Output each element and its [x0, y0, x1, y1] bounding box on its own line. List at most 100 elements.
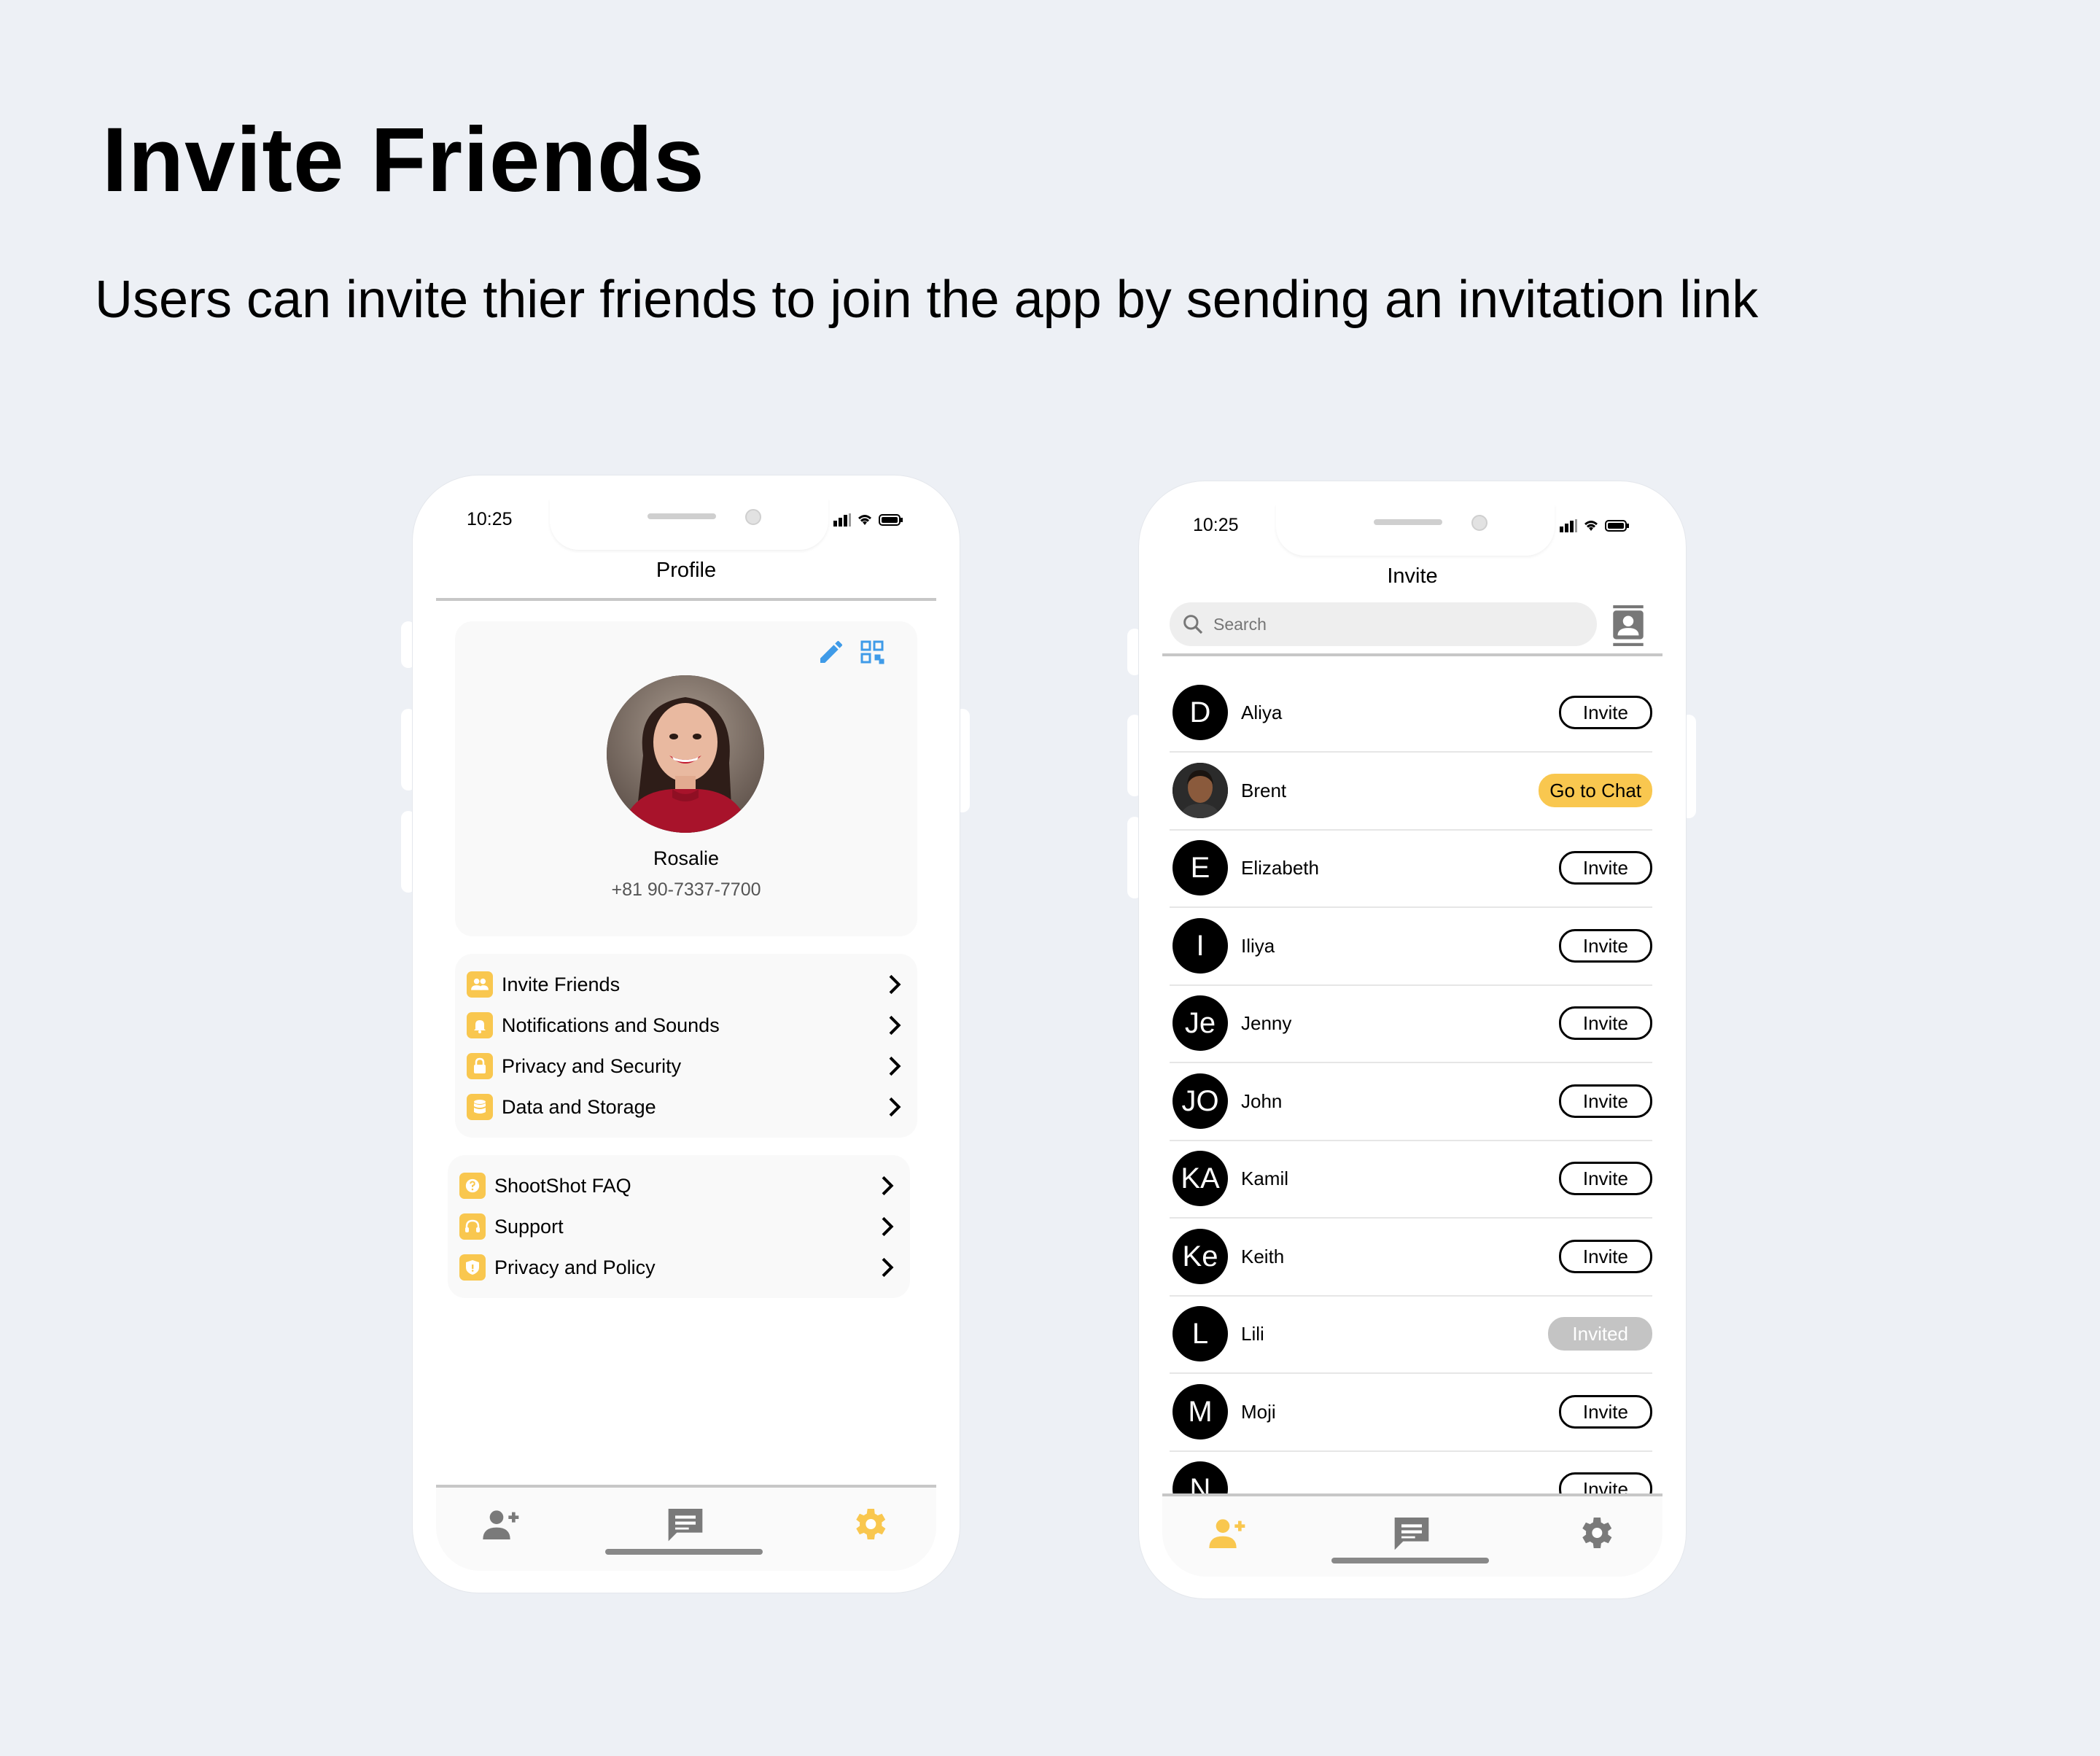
chevron-right-icon — [882, 1257, 894, 1278]
profile-phone: +81 90-7337-7700 — [611, 879, 761, 900]
invite-button[interactable]: Invite — [1558, 1395, 1652, 1429]
profile-screen: 10:25 Profile Rosalie +81 90-7337-7700 I… — [436, 499, 936, 1571]
add-friend-icon — [483, 1510, 519, 1539]
headset-icon — [459, 1213, 486, 1240]
status-time: 10:25 — [1193, 515, 1239, 535]
menu-item-data-storage[interactable]: Data and Storage — [455, 1087, 917, 1127]
invite-button[interactable]: Invite — [1558, 1084, 1652, 1118]
contacts-book-icon[interactable] — [1610, 605, 1646, 651]
menu-item-faq[interactable]: ShootShot FAQ — [448, 1165, 910, 1206]
tab-bar — [1162, 1493, 1662, 1577]
search-input[interactable] — [1212, 613, 1506, 635]
home-indicator — [1331, 1558, 1489, 1563]
tab-add-friend[interactable] — [481, 1504, 522, 1545]
contact-name: John — [1241, 1089, 1283, 1112]
menu-label: Privacy and Policy — [494, 1256, 656, 1278]
invite-button[interactable]: Invite — [1558, 696, 1652, 729]
chat-icon — [668, 1509, 703, 1542]
avatar[interactable]: KA — [1172, 1151, 1228, 1206]
qr-code-icon[interactable] — [858, 637, 887, 670]
contact-name: Kamil — [1241, 1167, 1289, 1189]
page-heading: Invite Friends — [102, 109, 705, 211]
menu-label: Notifications and Sounds — [502, 1014, 720, 1036]
tab-settings[interactable] — [849, 1504, 890, 1545]
home-indicator — [605, 1549, 763, 1555]
menu-item-support[interactable]: Support — [448, 1206, 910, 1247]
menu-item-notifications[interactable]: Notifications and Sounds — [455, 1005, 917, 1046]
contact-row[interactable]: Ke Keith Invite — [1170, 1218, 1652, 1297]
contact-row[interactable]: E Elizabeth Invite — [1170, 829, 1652, 908]
speaker — [1374, 519, 1442, 525]
tab-settings[interactable] — [1575, 1512, 1616, 1553]
invite-button[interactable]: Invite — [1558, 1162, 1652, 1195]
tab-add-friend[interactable] — [1208, 1512, 1248, 1553]
avatar[interactable]: M — [1172, 1384, 1228, 1440]
add-friend-icon — [1209, 1519, 1245, 1548]
contact-row[interactable]: JO John Invite — [1170, 1062, 1652, 1141]
profile-card: Rosalie +81 90-7337-7700 — [455, 621, 917, 936]
help-menu: ShootShot FAQ Support Privacy and Policy — [448, 1155, 910, 1298]
avatar[interactable]: D — [1172, 685, 1228, 740]
menu-label: Privacy and Security — [502, 1054, 682, 1077]
chevron-right-icon — [889, 974, 901, 995]
invite-button[interactable]: Invite — [1558, 1240, 1652, 1273]
wifi-icon — [1583, 519, 1599, 536]
chat-icon — [1394, 1518, 1429, 1550]
menu-label: Data and Storage — [502, 1095, 656, 1118]
tab-bar — [436, 1485, 936, 1571]
contact-row[interactable]: Je Jenny Invite — [1170, 984, 1652, 1063]
screen-title: Invite — [1387, 564, 1438, 588]
question-icon — [459, 1173, 486, 1199]
avatar[interactable]: Je — [1172, 995, 1228, 1051]
contact-name: Aliya — [1241, 701, 1283, 723]
avatar[interactable] — [607, 675, 764, 833]
avatar[interactable]: Ke — [1172, 1229, 1228, 1284]
signal-icon — [833, 513, 851, 530]
header-divider — [436, 598, 936, 601]
invited-badge: Invited — [1548, 1317, 1652, 1351]
contact-name: Brent — [1241, 779, 1287, 801]
contact-row[interactable]: D Aliya Invite — [1170, 674, 1652, 753]
go-to-chat-button[interactable]: Go to Chat — [1539, 774, 1652, 807]
status-time: 10:25 — [467, 509, 513, 529]
chevron-right-icon — [882, 1176, 894, 1196]
chevron-right-icon — [889, 1056, 901, 1076]
tab-chats[interactable] — [665, 1504, 706, 1545]
profile-name: Rosalie — [653, 847, 720, 869]
invite-button[interactable]: Invite — [1558, 851, 1652, 885]
speaker — [648, 513, 716, 519]
menu-item-privacy-policy[interactable]: Privacy and Policy — [448, 1247, 910, 1288]
menu-item-privacy-security[interactable]: Privacy and Security — [455, 1046, 917, 1087]
tab-chats[interactable] — [1391, 1512, 1432, 1553]
contact-row[interactable]: KA Kamil Invite — [1170, 1140, 1652, 1219]
menu-label: ShootShot FAQ — [494, 1174, 631, 1197]
page-subheading: Users can invite thier friends to join t… — [95, 271, 1759, 329]
camera — [1471, 515, 1488, 531]
bell-icon — [467, 1012, 493, 1038]
contact-row[interactable]: M Moji Invite — [1170, 1373, 1652, 1452]
contact-name: Elizabeth — [1241, 856, 1319, 879]
chevron-right-icon — [889, 1015, 901, 1036]
invite-button[interactable]: Invite — [1558, 929, 1652, 963]
edit-icon[interactable] — [817, 637, 846, 670]
chevron-right-icon — [889, 1097, 901, 1117]
gear-icon — [1582, 1518, 1612, 1548]
chevron-right-icon — [882, 1216, 894, 1237]
avatar[interactable]: I — [1172, 918, 1228, 974]
avatar[interactable] — [1172, 763, 1228, 818]
search-bar[interactable] — [1170, 602, 1597, 646]
header-divider — [1162, 653, 1662, 656]
avatar[interactable]: E — [1172, 840, 1228, 896]
contact-name: Iliya — [1241, 934, 1275, 957]
menu-item-invite-friends[interactable]: Invite Friends — [455, 964, 917, 1005]
notch — [1276, 505, 1555, 556]
phone-frame-invite: 10:25 Invite D Aliya Invite Brent Go to Chat… — [1139, 481, 1686, 1598]
avatar[interactable]: L — [1172, 1306, 1228, 1361]
battery-icon — [1605, 519, 1630, 536]
contact-row[interactable]: Brent Go to Chat — [1170, 752, 1652, 831]
contact-row[interactable]: I Iliya Invite — [1170, 907, 1652, 986]
avatar[interactable]: JO — [1172, 1073, 1228, 1129]
invite-button[interactable]: Invite — [1558, 1006, 1652, 1040]
menu-label: Support — [494, 1215, 564, 1238]
contact-row[interactable]: L Lili Invited — [1170, 1295, 1652, 1374]
